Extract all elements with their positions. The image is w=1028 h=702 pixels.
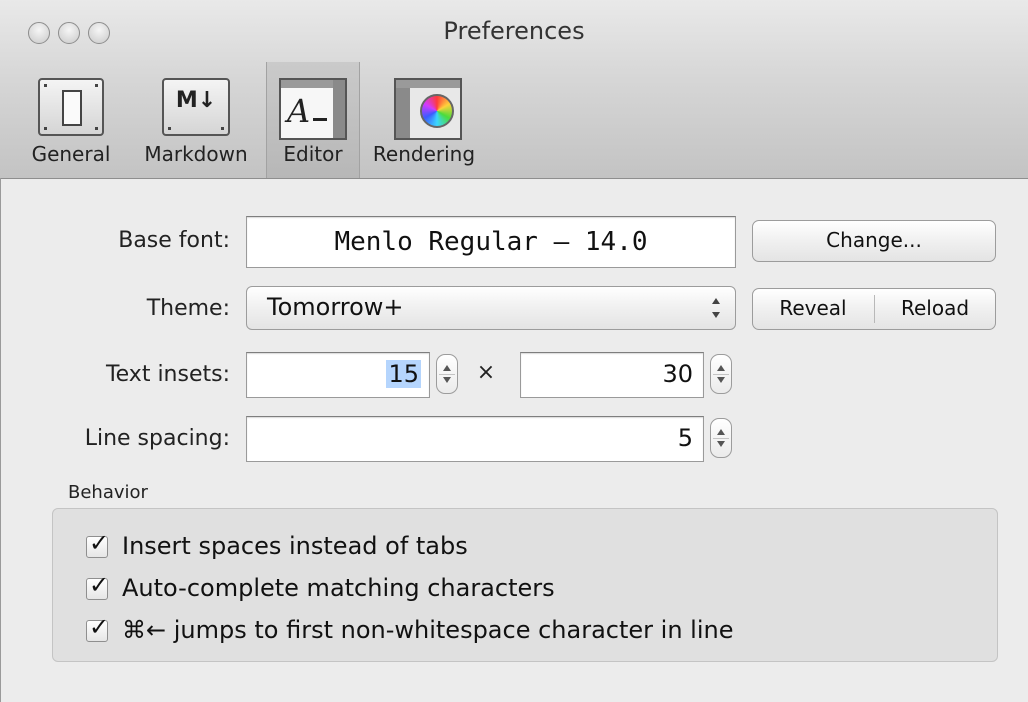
line-spacing-stepper[interactable] <box>710 418 732 458</box>
text-insets-label: Text insets: <box>105 362 230 387</box>
text-inset-y-field[interactable]: 30 <box>520 352 704 398</box>
toolbar-label-markdown: Markdown <box>144 142 248 166</box>
option-label: ⌘← jumps to first non-whitespace charact… <box>122 616 734 644</box>
markdown-icon: M↓ <box>162 78 230 136</box>
checkbox-checked-icon[interactable]: ✓ <box>86 529 109 558</box>
theme-select[interactable]: Tomorrow+ <box>246 286 736 330</box>
option-auto-complete[interactable]: ✓ Auto-complete matching characters <box>86 571 886 606</box>
line-spacing-label: Line spacing: <box>84 426 230 451</box>
window-left-edge <box>0 178 11 702</box>
option-cmd-left-jump[interactable]: ✓ ⌘← jumps to first non-whitespace chara… <box>86 613 966 648</box>
window-title: Preferences <box>443 17 585 45</box>
titlebar-toolbar: Preferences General M↓ Markdown A Editor… <box>0 0 1028 179</box>
stepper-down-icon <box>443 377 451 383</box>
line-spacing-value: 5 <box>677 424 693 452</box>
toolbar-item-editor[interactable]: A Editor <box>266 62 360 178</box>
behavior-group-title: Behavior <box>68 482 148 503</box>
change-font-button[interactable]: Change... <box>752 220 996 262</box>
checkbox-checked-icon[interactable]: ✓ <box>86 571 109 600</box>
select-arrows-icon <box>711 296 721 320</box>
base-font-field[interactable]: Menlo Regular – 14.0 <box>246 216 736 268</box>
text-inset-x-value: 15 <box>386 360 421 388</box>
text-inset-y-value: 30 <box>662 360 693 388</box>
stepper-down-icon <box>717 441 725 447</box>
option-label: Insert spaces instead of tabs <box>122 532 468 560</box>
theme-label: Theme: <box>146 296 230 321</box>
reveal-button[interactable]: Reveal <box>753 289 873 329</box>
toolbar-label-rendering: Rendering <box>372 142 476 166</box>
text-inset-y-stepper[interactable] <box>710 354 732 394</box>
toolbar-item-general[interactable]: General <box>16 62 126 178</box>
inset-times-sign: × <box>476 360 496 385</box>
preferences-window: Preferences General M↓ Markdown A Editor… <box>0 0 1028 702</box>
toolbar-item-rendering[interactable]: Rendering <box>366 62 482 178</box>
reload-button[interactable]: Reload <box>875 289 995 329</box>
text-inset-x-field[interactable]: 15 <box>246 352 430 398</box>
checkbox-checked-icon[interactable]: ✓ <box>86 613 109 642</box>
stepper-up-icon <box>717 429 725 435</box>
stepper-down-icon <box>717 377 725 383</box>
color-wheel-icon <box>394 78 462 140</box>
base-font-label: Base font: <box>118 228 230 253</box>
toolbar-label-editor: Editor <box>283 142 343 166</box>
toolbar-item-markdown[interactable]: M↓ Markdown <box>134 62 258 178</box>
option-insert-spaces[interactable]: ✓ Insert spaces instead of tabs <box>86 529 886 564</box>
theme-button-group: Reveal Reload <box>752 288 996 330</box>
text-inset-x-stepper[interactable] <box>436 354 458 394</box>
switch-icon <box>38 78 104 136</box>
line-spacing-field[interactable]: 5 <box>246 416 704 462</box>
theme-selected-value: Tomorrow+ <box>267 293 404 321</box>
option-label: Auto-complete matching characters <box>122 574 555 602</box>
editor-icon: A <box>279 78 347 140</box>
toolbar-label-general: General <box>31 142 111 166</box>
stepper-up-icon <box>717 365 725 371</box>
stepper-up-icon <box>443 365 451 371</box>
